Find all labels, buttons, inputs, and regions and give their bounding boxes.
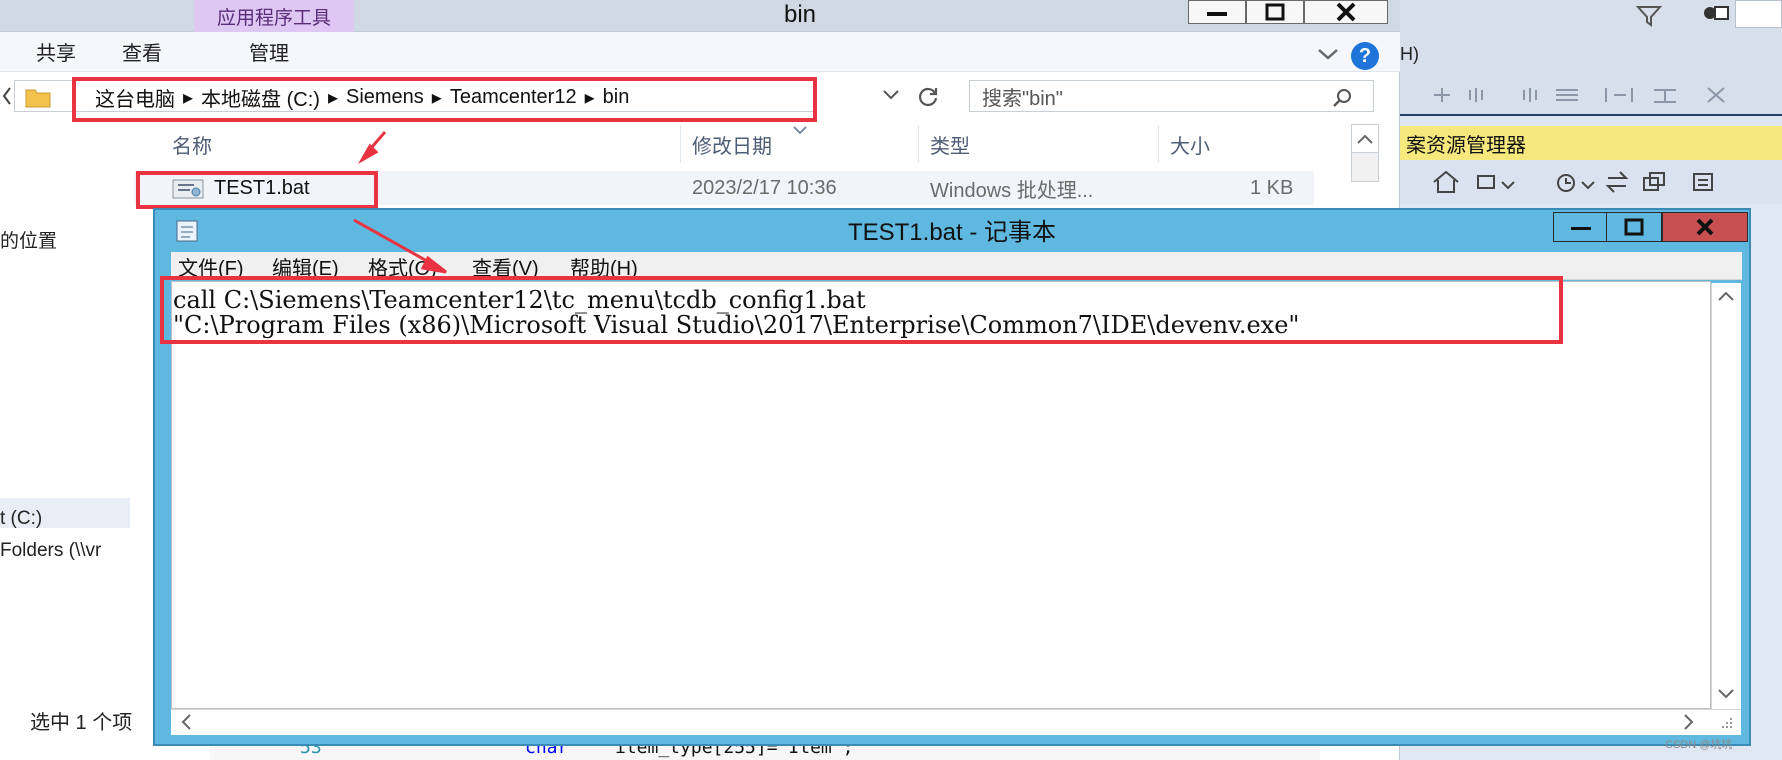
minimize-icon bbox=[1205, 7, 1229, 17]
scroll-right-icon[interactable] bbox=[1674, 709, 1704, 735]
scroll-left-icon[interactable] bbox=[171, 709, 201, 735]
text-highlight-outline bbox=[160, 276, 1563, 344]
column-date[interactable]: 修改日期 bbox=[692, 125, 772, 163]
explorer-ribbon-menu bbox=[0, 32, 1400, 72]
tab-share[interactable]: 共享 bbox=[36, 36, 76, 66]
resize-grip-icon[interactable] bbox=[1716, 714, 1736, 737]
notepad-horizontal-scrollbar[interactable] bbox=[171, 709, 1741, 735]
sort-indicator-icon bbox=[792, 122, 808, 140]
nav-item-network-folders[interactable]: Folders (\\vr bbox=[0, 540, 101, 562]
solution-explorer-title: 案资源管理器 bbox=[1406, 134, 1526, 157]
notepad-text-area[interactable] bbox=[171, 281, 1711, 709]
explorer-title: bin bbox=[783, 1, 817, 28]
column-separator[interactable] bbox=[1158, 125, 1159, 163]
account-icon[interactable] bbox=[1700, 2, 1730, 33]
close-icon bbox=[1694, 216, 1716, 238]
explorer-minimize-button[interactable] bbox=[1188, 0, 1246, 24]
column-size[interactable]: 大小 bbox=[1170, 125, 1210, 163]
search-icon[interactable] bbox=[1330, 86, 1354, 115]
file-highlight-outline bbox=[136, 171, 378, 209]
file-date: 2023/2/17 10:36 bbox=[692, 176, 837, 199]
back-arrow-icon[interactable] bbox=[0, 84, 14, 113]
notepad-minimize-button[interactable] bbox=[1553, 212, 1609, 242]
notepad-title: TEST1.bat - 记事本 bbox=[847, 218, 1057, 246]
ide-toolbar-icons bbox=[1406, 80, 1782, 115]
minimize-icon bbox=[1569, 222, 1593, 232]
column-name[interactable]: 名称 bbox=[172, 125, 212, 163]
ribbon-context-tab[interactable]: 应用程序工具 bbox=[194, 0, 354, 32]
search-placeholder: 搜索"bin" bbox=[982, 87, 1063, 110]
ribbon-collapse-chevron-icon[interactable] bbox=[1316, 44, 1340, 69]
refresh-icon[interactable] bbox=[916, 84, 940, 113]
address-dropdown-icon[interactable] bbox=[882, 88, 900, 107]
maximize-icon bbox=[1264, 3, 1286, 21]
file-size: 1 KB bbox=[1250, 176, 1294, 199]
column-separator[interactable] bbox=[918, 125, 919, 163]
scroll-down-icon[interactable] bbox=[1711, 681, 1741, 707]
solution-toolbar-icons bbox=[1406, 166, 1776, 201]
notepad-maximize-button[interactable] bbox=[1606, 212, 1662, 242]
column-type[interactable]: 类型 bbox=[930, 125, 970, 163]
status-bar-text: 选中 1 个项 bbox=[30, 712, 133, 734]
explorer-maximize-button[interactable] bbox=[1246, 0, 1304, 24]
maximize-icon bbox=[1623, 218, 1645, 236]
notepad-vertical-scrollbar[interactable] bbox=[1711, 283, 1741, 711]
tab-manage[interactable]: 管理 bbox=[249, 36, 289, 66]
file-type: Windows 批处理... bbox=[930, 179, 1094, 202]
watermark: CSDN @坑坑 bbox=[1665, 739, 1733, 751]
scrollbar-thumb[interactable] bbox=[1351, 152, 1379, 182]
notepad-close-button[interactable] bbox=[1662, 212, 1748, 242]
close-icon bbox=[1334, 0, 1358, 24]
folder-icon bbox=[25, 86, 51, 113]
quick-launch-box[interactable] bbox=[1735, 0, 1782, 28]
nav-item-drive-c[interactable]: t (C:) bbox=[0, 508, 42, 530]
scroll-up-button[interactable] bbox=[1351, 124, 1379, 154]
nav-item-location[interactable]: 的位置 bbox=[0, 226, 57, 253]
explorer-close-button[interactable] bbox=[1304, 0, 1388, 24]
ide-menu-fragment[interactable]: H) bbox=[1400, 44, 1419, 65]
help-icon[interactable]: ? bbox=[1351, 42, 1379, 70]
filter-icon[interactable] bbox=[1635, 4, 1663, 33]
scroll-up-icon[interactable] bbox=[1711, 283, 1741, 309]
tab-view[interactable]: 查看 bbox=[122, 36, 162, 66]
address-highlight-outline bbox=[72, 77, 817, 122]
column-separator[interactable] bbox=[680, 125, 681, 163]
